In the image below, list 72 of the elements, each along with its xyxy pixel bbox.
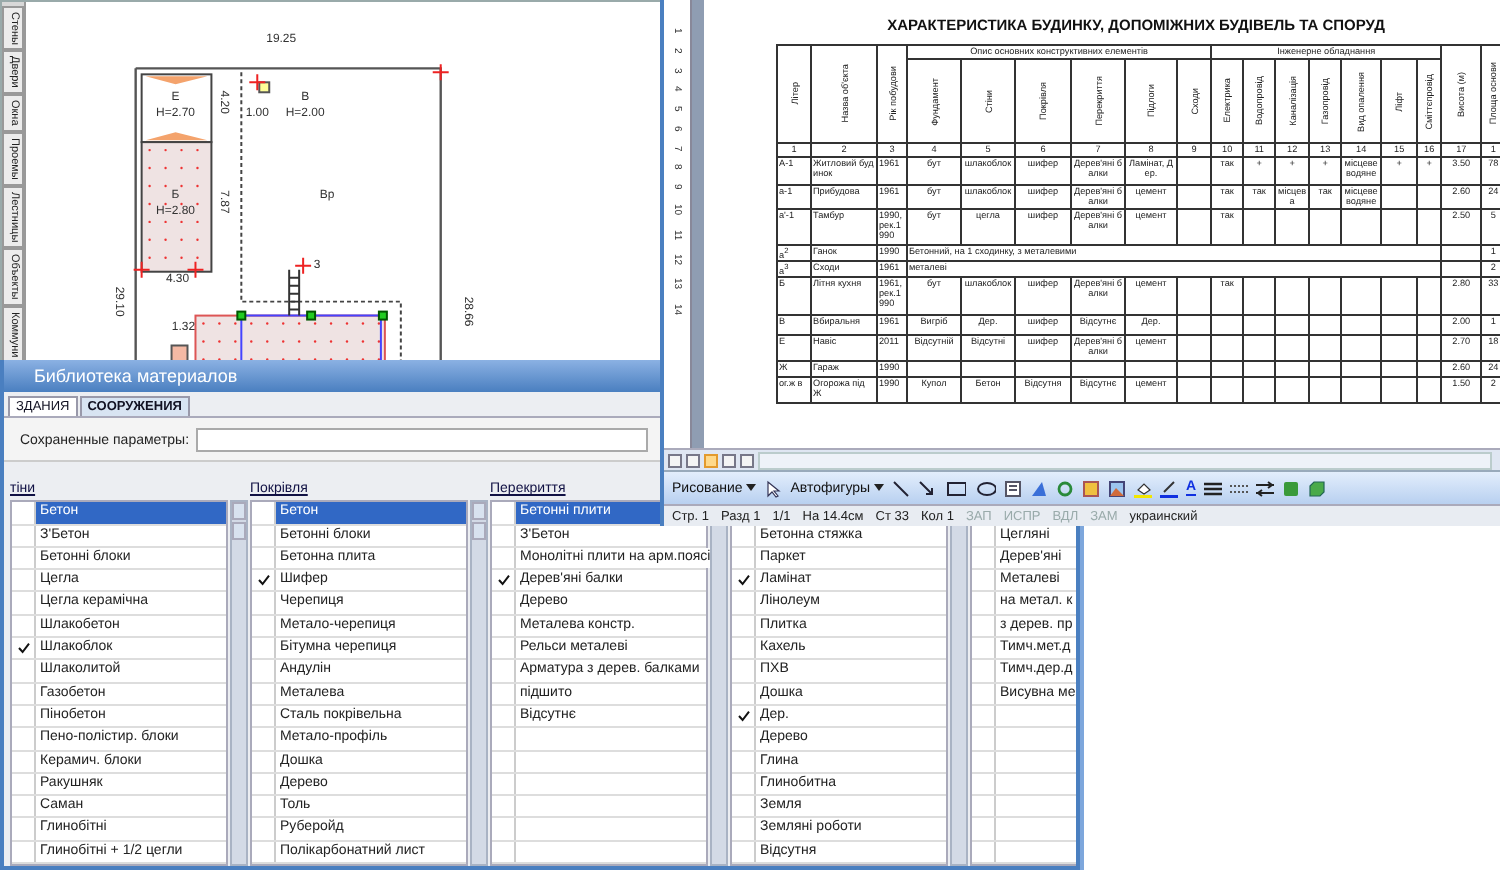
check-icon: [17, 642, 29, 655]
scrollbar[interactable]: [950, 524, 968, 866]
dash-style-icon[interactable]: [1230, 479, 1249, 497]
table-cell: [1177, 185, 1212, 209]
table-cell: [1341, 315, 1382, 335]
table-cell: [1341, 377, 1382, 403]
table-cell: [1275, 335, 1310, 361]
table-cell: [1417, 315, 1442, 335]
table-cell: [1275, 277, 1310, 315]
fill-color-icon[interactable]: [1134, 479, 1152, 497]
cursor-icon[interactable]: [764, 479, 783, 497]
table-cell: [1309, 377, 1342, 403]
table-cell: [1309, 209, 1342, 245]
view-button[interactable]: [668, 453, 682, 467]
table-cell: [1177, 335, 1212, 361]
table-cell: [1211, 377, 1244, 403]
line-style-icon[interactable]: [1204, 479, 1223, 497]
table-cell: [1381, 185, 1418, 209]
view-button[interactable]: [722, 453, 736, 467]
table-cell: [1381, 377, 1418, 403]
table-cell: [1417, 377, 1442, 403]
arrow-icon[interactable]: [918, 479, 936, 497]
table-cell: [1275, 377, 1310, 403]
table-cell: [1417, 277, 1442, 315]
view-button[interactable]: [740, 453, 754, 467]
scrollbar[interactable]: [470, 500, 488, 866]
table-cell: [1243, 209, 1276, 245]
table-cell: [1275, 209, 1310, 245]
check-icon: [497, 574, 509, 587]
table-cell: [1341, 277, 1382, 315]
check-icon: [737, 574, 749, 587]
table-cell: [1243, 377, 1276, 403]
table-cell: [1417, 209, 1442, 245]
table-cell: [1177, 315, 1212, 335]
table-cell: [1309, 315, 1342, 335]
text-box-icon[interactable]: [1004, 479, 1022, 497]
table-cell: [1211, 335, 1244, 361]
table-cell: [1417, 335, 1442, 361]
table-cell: [1177, 277, 1212, 315]
table-cell: [1275, 315, 1310, 335]
view-button[interactable]: [704, 453, 718, 467]
table-cell: [1381, 277, 1418, 315]
table-cell: [1243, 335, 1276, 361]
table-cell: [1309, 277, 1342, 315]
line-icon[interactable]: [892, 479, 910, 497]
table-cell: [1243, 277, 1276, 315]
arrow-style-icon[interactable]: [1256, 479, 1275, 497]
table-cell: [1309, 335, 1342, 361]
table-cell: [1177, 157, 1212, 185]
horizontal-scrollbar[interactable]: [758, 451, 1492, 469]
check-icon: [257, 574, 269, 587]
picture-icon[interactable]: [1108, 479, 1126, 497]
table-cell: [1211, 315, 1244, 335]
table-cell: [1381, 335, 1418, 361]
cube-icon[interactable]: [1308, 479, 1327, 497]
table-cell: [1177, 377, 1212, 403]
view-button[interactable]: [686, 453, 700, 467]
line-color-icon[interactable]: [1160, 479, 1178, 497]
table-cell: [1381, 209, 1418, 245]
table-cell: [1243, 315, 1276, 335]
table-cell: [1417, 185, 1442, 209]
table-cell: [1177, 209, 1212, 245]
table-cell: [1341, 335, 1382, 361]
shadow-icon[interactable]: [1282, 479, 1301, 497]
table-cell: [1341, 209, 1382, 245]
check-icon: [737, 710, 749, 723]
caret-icon: [746, 483, 757, 491]
table-cell: [1381, 315, 1418, 335]
scrollbar[interactable]: [230, 500, 248, 866]
input-field[interactable]: [195, 428, 648, 453]
scrollbar[interactable]: [710, 524, 728, 866]
caret-icon: [874, 483, 884, 491]
